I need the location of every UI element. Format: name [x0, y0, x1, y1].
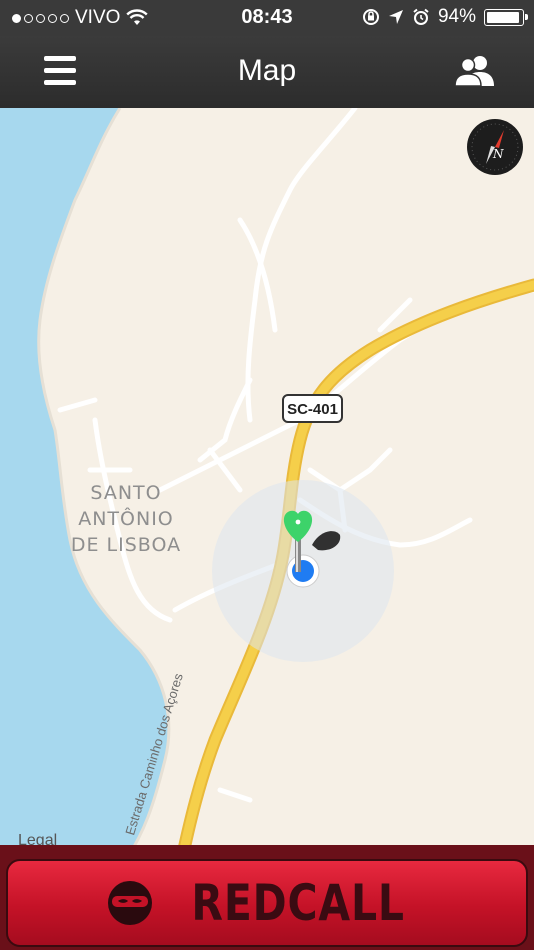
- svg-text:N: N: [492, 147, 504, 161]
- road-shield-label: SC-401: [287, 401, 338, 418]
- town-label-line-1: SANTO: [90, 482, 161, 504]
- road-shield: SC-401: [282, 394, 343, 423]
- nav-bar: Map: [0, 36, 534, 109]
- location-arrow-icon: [388, 10, 403, 24]
- friends-icon[interactable]: [454, 54, 496, 88]
- redcall-button[interactable]: REDCALL: [6, 859, 528, 947]
- rotation-lock-icon: [362, 9, 379, 25]
- town-label-line-2: ANTÔNIO: [78, 506, 174, 530]
- town-label-line-3: DE LISBOA: [71, 534, 181, 556]
- battery-percent: 94%: [437, 6, 476, 27]
- status-icons: 94%: [362, 6, 528, 28]
- battery-icon: [484, 8, 528, 26]
- user-location-icon: [286, 554, 320, 588]
- map-canvas: SC-401 SANTO ANTÔNIO DE LISBOA Estrada C…: [0, 108, 534, 868]
- compass-icon[interactable]: N: [466, 118, 524, 176]
- redcall-bar: REDCALL: [0, 845, 534, 950]
- redcall-label: REDCALL: [191, 874, 405, 932]
- alarm-icon: [413, 8, 429, 25]
- map-view[interactable]: SC-401 SANTO ANTÔNIO DE LISBOA Estrada C…: [0, 108, 534, 868]
- status-bar: VIVO 08:43 94%: [0, 0, 534, 36]
- ninja-mask-icon: [107, 881, 152, 925]
